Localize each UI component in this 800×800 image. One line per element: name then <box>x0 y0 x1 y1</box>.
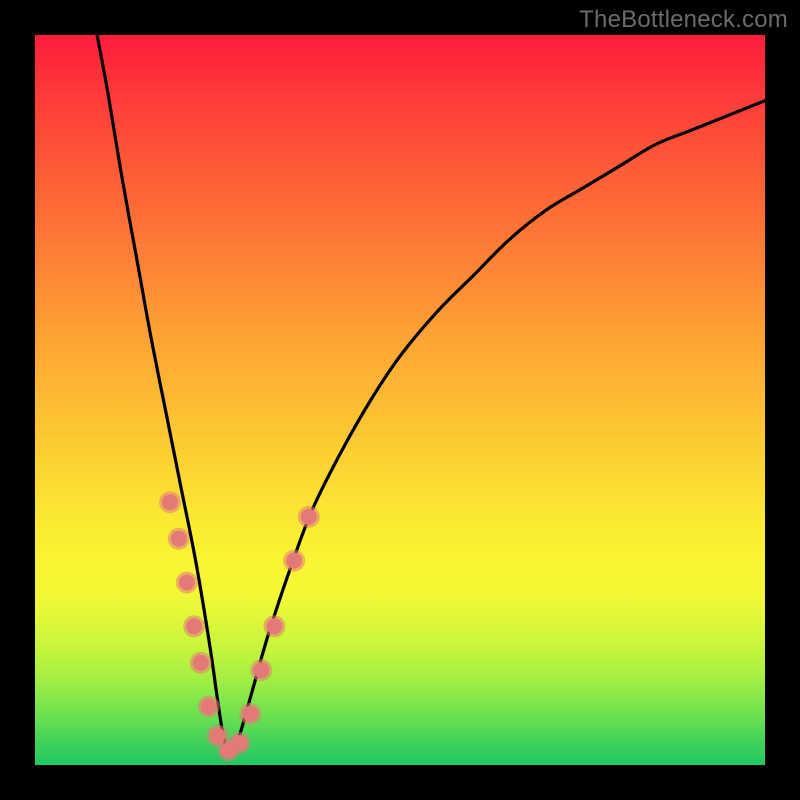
sample-dot <box>242 706 258 722</box>
sample-dot <box>286 553 302 569</box>
sample-dot <box>266 618 282 634</box>
sample-dots-group <box>159 491 320 761</box>
plot-area <box>35 35 765 765</box>
sample-dot <box>231 735 247 751</box>
chart-svg <box>35 35 765 765</box>
sample-dot <box>193 655 209 671</box>
sample-dot <box>186 618 202 634</box>
watermark-text: TheBottleneck.com <box>579 6 788 34</box>
chart-frame: TheBottleneck.com <box>0 0 800 800</box>
sample-dot <box>201 699 217 715</box>
sample-dot <box>171 531 187 547</box>
sample-dot <box>179 575 195 591</box>
sample-dot <box>301 509 317 525</box>
sample-dot <box>253 662 269 678</box>
sample-dot <box>162 494 178 510</box>
bottleneck-curve <box>97 35 765 751</box>
